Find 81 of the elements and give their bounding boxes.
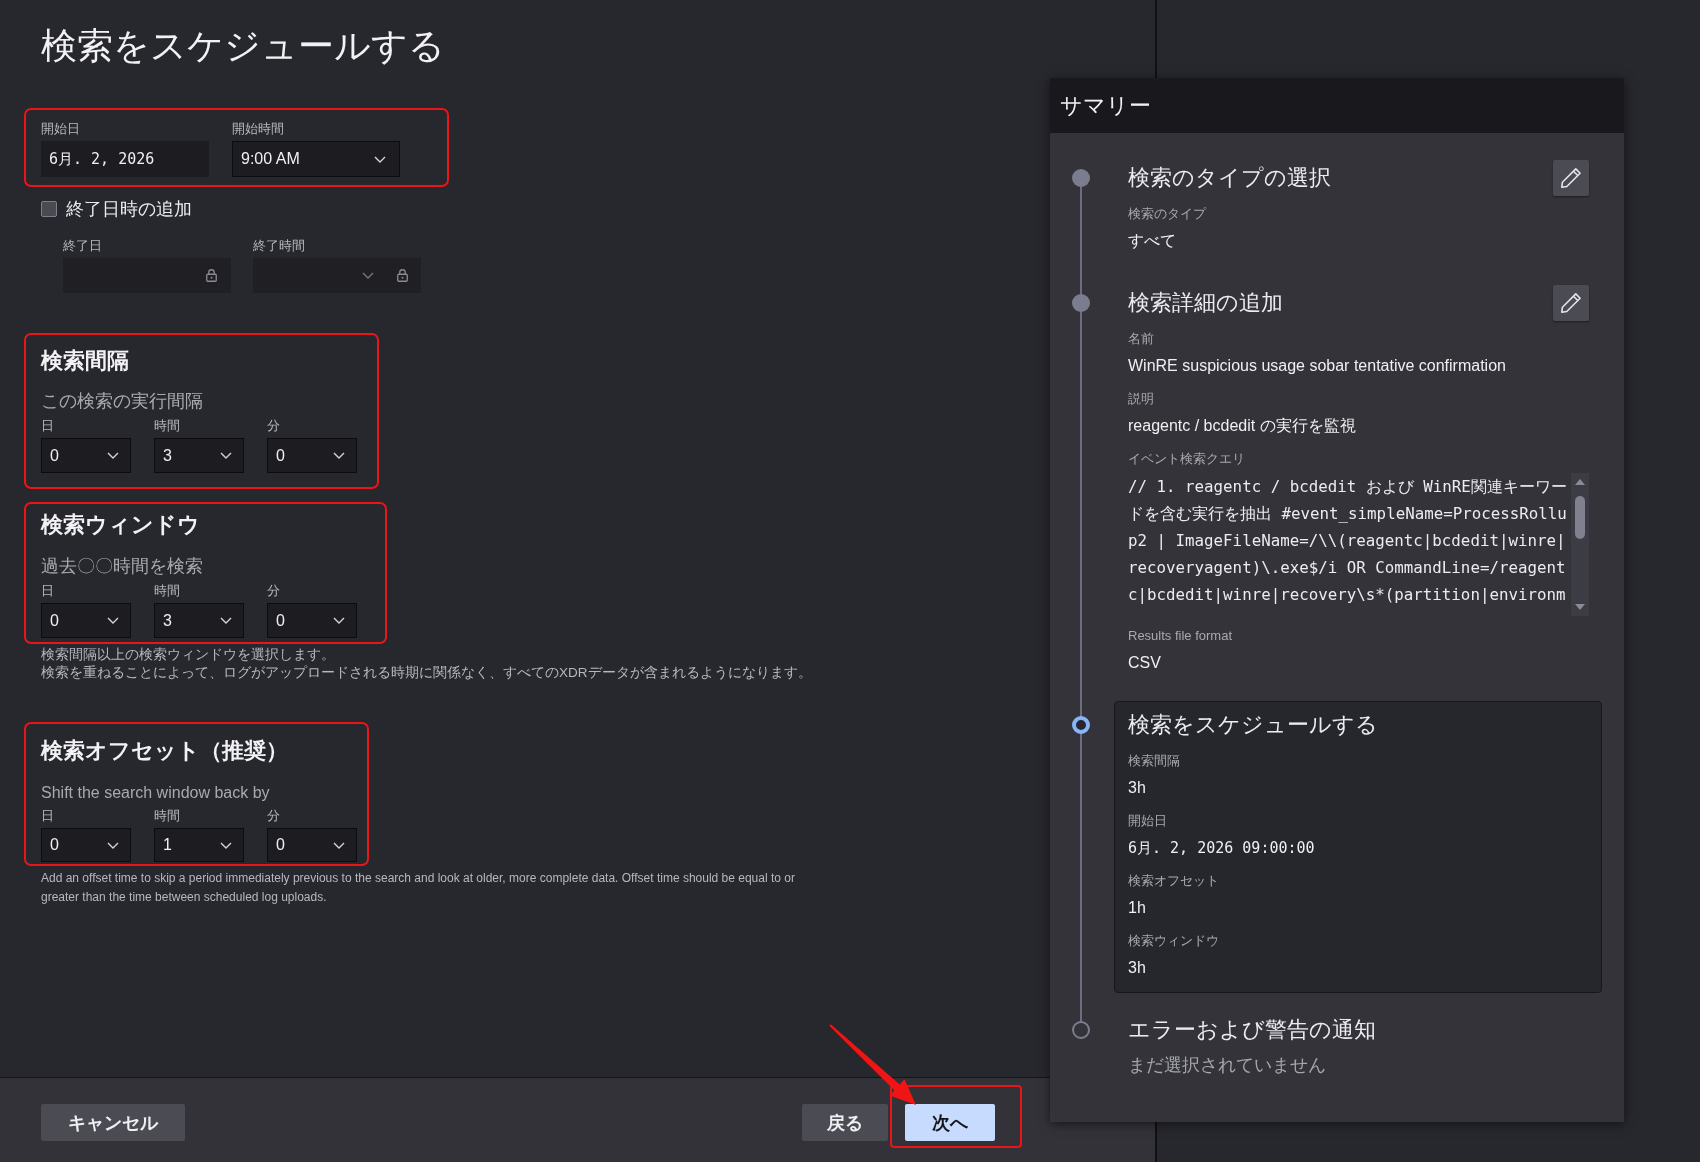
chevron-down-icon xyxy=(107,841,119,849)
lock-icon xyxy=(397,269,408,282)
pencil-icon xyxy=(1561,293,1581,313)
checkbox-label[interactable]: 終了日時の追加 xyxy=(66,199,192,219)
chevron-down-icon xyxy=(107,617,119,624)
field-label: 時間 xyxy=(154,417,181,435)
field-label: 分 xyxy=(267,582,281,600)
number-select[interactable]: 0 xyxy=(267,828,357,862)
summary-label: Results file format xyxy=(1128,627,1233,645)
summary-value: WinRE suspicious usage sobar tentative confirmation xyxy=(1128,356,1506,376)
number-select[interactable]: 0 xyxy=(267,438,357,473)
chevron-down-icon xyxy=(374,155,386,163)
summary-value: reagentc / bcdedit の実行を監視 xyxy=(1128,416,1356,436)
section-heading: 検索オフセット（推奨） xyxy=(41,737,289,765)
summary-value: 3h xyxy=(1128,778,1146,798)
summary-value: すべて xyxy=(1128,231,1176,251)
field-label: 日 xyxy=(41,417,55,435)
number-select[interactable]: 3 xyxy=(154,603,244,638)
field-label: 時間 xyxy=(154,582,181,600)
summary-value: 1h xyxy=(1128,898,1146,918)
help-text: 検索間隔以上の検索ウィンドウを選択します。 xyxy=(41,646,336,664)
summary-label: 検索のタイプ xyxy=(1128,205,1206,223)
summary-title: サマリー xyxy=(1060,91,1151,120)
summary-label: 検索ウィンドウ xyxy=(1128,932,1219,950)
chevron-down-icon xyxy=(220,617,232,624)
section-subtitle: 過去〇〇時間を検索 xyxy=(41,555,204,578)
number-select[interactable]: 0 xyxy=(267,603,357,638)
field-label: 終了時間 xyxy=(253,237,306,255)
summary-value: 6月. 2, 2026 09:00:00 xyxy=(1128,838,1315,859)
section-subtitle: この検索の実行間隔 xyxy=(41,390,204,413)
summary-value: CSV xyxy=(1128,653,1161,673)
number-select[interactable]: 0 xyxy=(41,828,131,862)
scrollbar[interactable] xyxy=(1571,473,1589,616)
chevron-down-icon xyxy=(333,452,345,459)
step-title: 検索詳細の追加 xyxy=(1128,289,1283,317)
step-note: まだ選択されていません xyxy=(1128,1054,1326,1077)
section-subtitle: Shift the search window back by xyxy=(41,783,271,803)
section-heading: 検索間隔 xyxy=(41,347,130,375)
summary-label: イベント検索クエリ xyxy=(1128,450,1245,468)
chevron-down-icon xyxy=(362,272,374,279)
chevron-down-icon xyxy=(107,452,119,459)
step-title: 検索のタイプの選択 xyxy=(1128,164,1331,192)
summary-label: 説明 xyxy=(1128,390,1154,408)
back-button[interactable]: 戻る xyxy=(802,1104,888,1141)
summary-label: 開始日 xyxy=(1128,812,1167,830)
step-title: エラーおよび警告の通知 xyxy=(1128,1016,1376,1044)
field-label: 終了日 xyxy=(63,237,103,255)
chevron-down-icon xyxy=(220,841,232,849)
page-title: 検索をスケジュールする xyxy=(41,24,445,68)
field-label: 開始時間 xyxy=(232,120,285,138)
query-text: // 1. reagentc / bcdedit および WinRE関連キーワードを含む実行を抽出 #event_simpleName=ProcessRollup2 | ImageFileName=/\\(reagentc|bcdedit|winre|recoveryagent)\.exe$/i OR CommandLine=/reagentc|bcdedit|winre|recovery\s*(partition|environm xyxy=(1128,476,1567,606)
date-field[interactable]: 6月. 2, 2026 xyxy=(41,141,209,177)
number-select[interactable]: 0 xyxy=(41,603,131,638)
field-label: 分 xyxy=(267,417,281,435)
edit-button[interactable] xyxy=(1553,160,1589,196)
field-label: 日 xyxy=(41,582,55,600)
chevron-down-icon xyxy=(333,841,345,849)
summary-label: 検索オフセット xyxy=(1128,872,1219,890)
summary-label: 名前 xyxy=(1128,330,1154,348)
chevron-down-icon xyxy=(333,617,345,624)
field-label: 時間 xyxy=(154,807,181,825)
help-text: Add an offset time to skip a period immediately previous to the search and look at older, more complete data. Offset time should be equal to or greater than the time between scheduled log uploads. xyxy=(41,870,796,906)
edit-button[interactable] xyxy=(1553,285,1589,321)
chevron-down-icon xyxy=(220,452,232,459)
time-select[interactable]: 9:00 AM xyxy=(232,141,400,177)
help-text: 検索を重ねることによって、ログがアップロードされる時期に関係なく、すべてのXDRデータが含まれるようになります。 xyxy=(41,664,812,682)
section-heading: 検索ウィンドウ xyxy=(41,511,201,539)
number-select[interactable]: 1 xyxy=(154,828,244,862)
summary-label: 検索間隔 xyxy=(1128,752,1180,770)
field-label: 日 xyxy=(41,807,55,825)
field-label: 分 xyxy=(267,807,281,825)
summary-value: 3h xyxy=(1128,958,1146,978)
pencil-icon xyxy=(1561,168,1581,188)
number-select[interactable]: 3 xyxy=(154,438,244,473)
field-label: 開始日 xyxy=(41,120,81,138)
cancel-button[interactable]: キャンセル xyxy=(41,1104,185,1141)
number-select[interactable]: 0 xyxy=(41,438,131,473)
lock-icon xyxy=(206,269,217,282)
next-button[interactable]: 次へ xyxy=(905,1104,995,1141)
step-title: 検索をスケジュールする xyxy=(1128,711,1378,739)
checkbox[interactable] xyxy=(41,201,57,217)
